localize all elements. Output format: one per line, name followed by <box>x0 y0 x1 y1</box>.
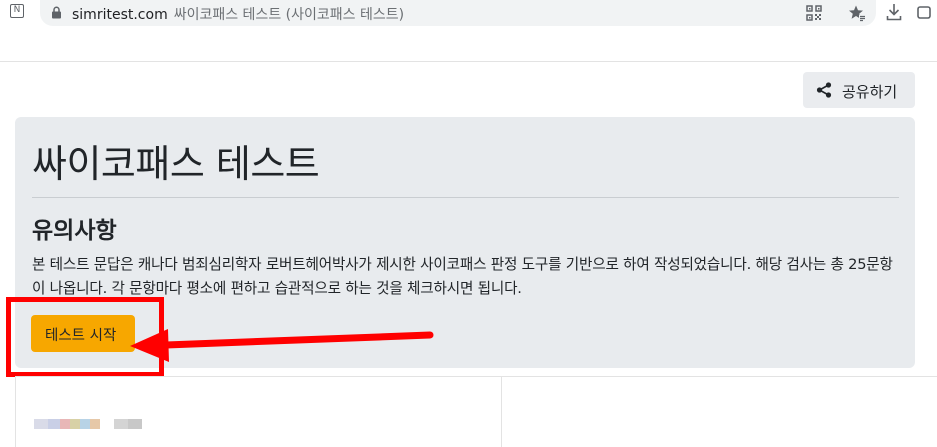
content-section <box>15 376 937 447</box>
url-page-title: 싸이코패스 테스트 (사이코패스 테스트) <box>173 7 405 23</box>
content-column <box>15 377 502 447</box>
qr-code-icon[interactable] <box>806 5 822 21</box>
url-text[interactable]: simritest.com 싸이코패스 테스트 (사이코패스 테스트) <box>72 4 404 24</box>
share-button[interactable]: 공유하기 <box>803 72 915 108</box>
share-icon <box>816 82 832 98</box>
browser-toolbar: N simritest.com 싸이코패스 테스트 (사이코패스 테스트) <box>0 0 937 62</box>
notion-favicon-icon[interactable]: N <box>10 4 24 18</box>
page-title: 싸이코패스 테스트 <box>32 142 320 186</box>
url-host: simritest.com <box>72 7 168 23</box>
notice-description: 본 테스트 문답은 캐나다 범죄심리학자 로버트헤어박사가 제시한 사이코패스 … <box>32 256 893 297</box>
blurred-image <box>34 419 152 447</box>
download-icon[interactable] <box>886 3 902 21</box>
window-icon[interactable] <box>917 6 931 19</box>
bookmark-star-icon[interactable] <box>848 4 866 22</box>
annotation-arrow-icon <box>130 329 434 362</box>
notice-heading: 유의사항 <box>32 218 117 244</box>
divider <box>32 197 899 198</box>
address-bar[interactable]: simritest.com 싸이코패스 테스트 (사이코패스 테스트) <box>40 0 876 26</box>
lock-icon <box>52 6 61 19</box>
share-label: 공유하기 <box>842 83 898 101</box>
